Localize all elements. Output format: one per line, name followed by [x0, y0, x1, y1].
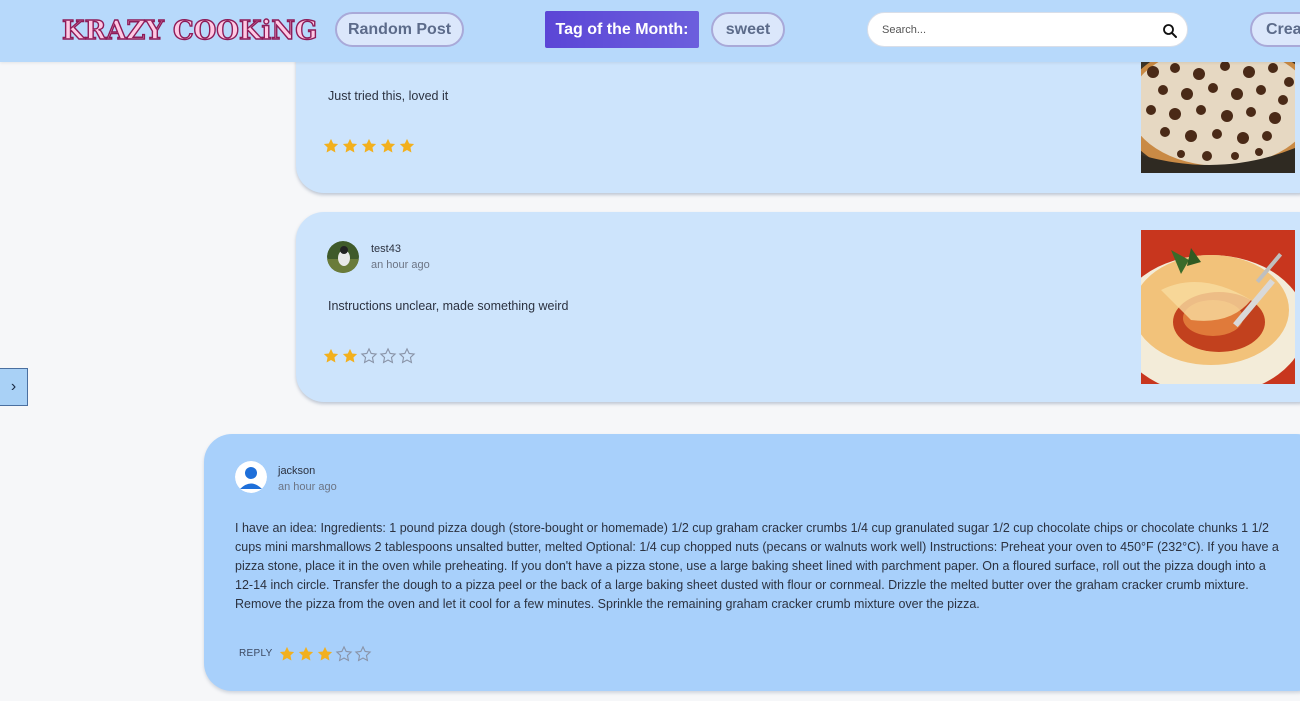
star-filled-icon[interactable]: [316, 645, 334, 663]
comment-text: I have an idea: Ingredients: 1 pound piz…: [235, 521, 1279, 611]
comment-timestamp: an hour ago: [371, 259, 430, 271]
star-filled-icon[interactable]: [398, 137, 416, 155]
star-filled-icon[interactable]: [341, 347, 359, 365]
default-user-avatar[interactable]: [235, 461, 267, 493]
star-rating[interactable]: [278, 645, 372, 663]
comment-card: test43 an hour ago Instructions unclear,…: [296, 212, 1300, 402]
reply-button[interactable]: REPLY: [239, 648, 273, 659]
dessert-pizza-image: [1141, 60, 1295, 173]
search-input[interactable]: [882, 21, 1152, 39]
star-empty-icon[interactable]: [398, 347, 416, 365]
comment-text: Instructions unclear, made something wei…: [328, 299, 569, 313]
comment-author[interactable]: jackson: [278, 465, 315, 477]
comment-text: Just tried this, loved it: [328, 89, 449, 103]
comment-card: jackson an hour ago I have an idea: Ingr…: [204, 434, 1300, 691]
random-post-button[interactable]: Random Post: [335, 12, 464, 47]
star-rating[interactable]: [322, 347, 416, 365]
star-empty-icon[interactable]: [379, 347, 397, 365]
tag-sweet-button[interactable]: sweet: [711, 12, 785, 47]
comment-author[interactable]: test43: [371, 243, 401, 255]
search-box: [867, 12, 1188, 47]
star-empty-icon[interactable]: [360, 347, 378, 365]
create-post-button[interactable]: Creat: [1250, 12, 1300, 47]
comment-timestamp: an hour ago: [278, 481, 337, 493]
site-logo[interactable]: KRAZY COOKiNG: [61, 13, 318, 49]
star-filled-icon[interactable]: [278, 645, 296, 663]
star-filled-icon[interactable]: [379, 137, 397, 155]
star-filled-icon[interactable]: [322, 347, 340, 365]
tag-of-the-month-label: Tag of the Month:: [545, 11, 699, 48]
star-empty-icon[interactable]: [354, 645, 372, 663]
user-photo-avatar[interactable]: [327, 241, 359, 273]
star-filled-icon[interactable]: [341, 137, 359, 155]
cheesy-pasta-image: [1141, 230, 1295, 384]
top-nav-bar: KRAZY COOKiNG Random Post Tag of the Mon…: [0, 0, 1300, 62]
star-empty-icon[interactable]: [335, 645, 353, 663]
sidebar-expand-button[interactable]: ›: [0, 368, 28, 406]
search-icon[interactable]: [1161, 22, 1179, 40]
star-rating[interactable]: [322, 137, 416, 155]
star-filled-icon[interactable]: [322, 137, 340, 155]
star-filled-icon[interactable]: [297, 645, 315, 663]
star-filled-icon[interactable]: [360, 137, 378, 155]
